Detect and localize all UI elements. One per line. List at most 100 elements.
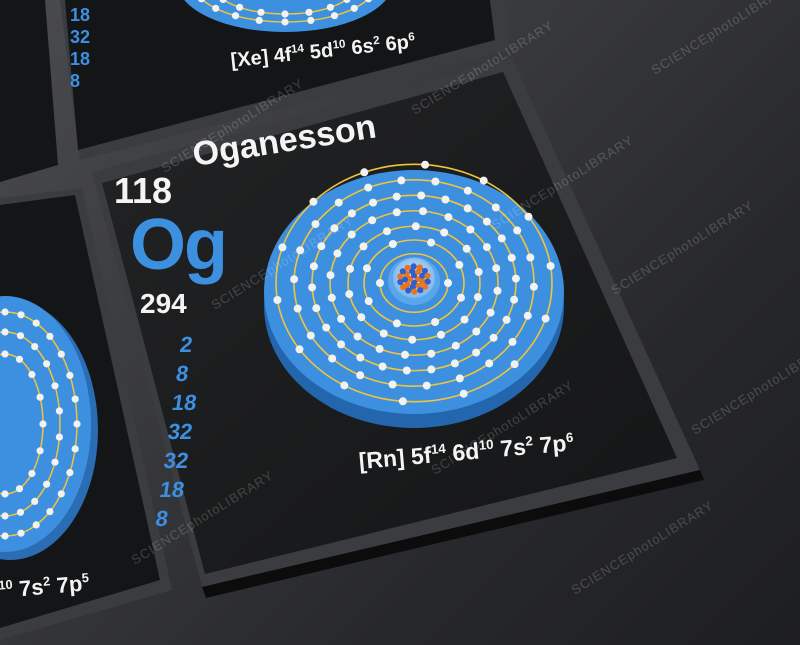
electron xyxy=(326,3,334,11)
electron xyxy=(526,253,535,262)
electron xyxy=(376,279,384,287)
electron xyxy=(1,512,9,520)
electron xyxy=(392,192,401,201)
electron xyxy=(383,227,391,236)
electron xyxy=(1,490,9,498)
electron xyxy=(444,213,453,222)
electron xyxy=(513,226,522,235)
electron xyxy=(327,293,336,302)
electron xyxy=(330,224,339,233)
electron xyxy=(73,420,81,428)
electron xyxy=(46,332,54,340)
electron xyxy=(71,445,79,453)
electron xyxy=(392,208,401,217)
config-orbital: 6p xyxy=(384,31,410,56)
config-orbital: 6d xyxy=(451,437,481,466)
electron xyxy=(322,323,331,332)
electron xyxy=(1,328,9,336)
electron xyxy=(51,382,59,390)
electron xyxy=(290,275,299,284)
nucleon xyxy=(416,264,423,271)
element-symbol: Og xyxy=(130,205,228,285)
electron xyxy=(408,335,417,344)
electron xyxy=(353,332,362,341)
electron xyxy=(541,314,550,323)
electron xyxy=(482,243,491,252)
electron xyxy=(524,212,533,221)
electron xyxy=(510,295,519,304)
electron xyxy=(255,16,263,24)
electron xyxy=(333,249,342,258)
electron xyxy=(346,264,355,273)
electron xyxy=(455,260,464,269)
electron xyxy=(312,304,321,313)
electron xyxy=(364,183,373,192)
electron xyxy=(295,345,304,354)
electron xyxy=(281,10,289,18)
electron xyxy=(356,371,365,380)
electron xyxy=(437,330,445,339)
electron xyxy=(347,209,356,218)
electron xyxy=(278,243,287,252)
electron xyxy=(440,228,449,237)
electron xyxy=(411,222,420,231)
nucleon xyxy=(411,288,418,295)
electron xyxy=(328,354,337,363)
config-core: [Xe] xyxy=(229,46,270,73)
top-tile-electron-shells: 18 32 18 8 xyxy=(70,4,90,92)
config-lead-sup: 10 xyxy=(0,576,14,593)
electron xyxy=(15,355,24,363)
electron xyxy=(43,360,51,368)
electron xyxy=(36,393,44,401)
electron xyxy=(31,343,39,351)
electron xyxy=(71,395,79,403)
electron xyxy=(1,350,9,358)
electron xyxy=(357,313,366,322)
electron xyxy=(360,168,369,177)
electron xyxy=(43,480,51,488)
electron xyxy=(546,262,555,270)
electron xyxy=(379,329,388,338)
electron xyxy=(32,319,40,327)
nucleon xyxy=(404,264,411,271)
shell-count: 2 xyxy=(178,332,195,357)
electron xyxy=(1,308,9,316)
atomic-mass: 294 xyxy=(140,288,187,319)
electron xyxy=(293,304,302,313)
electron xyxy=(466,225,475,234)
electron xyxy=(340,381,349,390)
electron xyxy=(401,350,409,359)
electron xyxy=(305,8,313,16)
electron xyxy=(511,274,520,283)
electron xyxy=(363,264,371,273)
upper-left-tile xyxy=(0,0,58,182)
electron xyxy=(16,508,25,516)
electron xyxy=(308,283,317,292)
electron xyxy=(455,374,464,383)
shell-count: 8 xyxy=(174,361,191,386)
shell-count: 18 xyxy=(170,390,199,415)
config-orbital-count: 14 xyxy=(290,41,305,57)
electron xyxy=(508,337,517,346)
electron xyxy=(392,319,401,328)
electron xyxy=(296,246,305,255)
shell-count: 18 xyxy=(70,5,91,25)
electron xyxy=(347,230,356,239)
nucleon xyxy=(417,287,424,294)
electron xyxy=(421,160,430,169)
nucleon xyxy=(410,263,417,270)
electron xyxy=(485,359,494,368)
electron xyxy=(31,497,39,505)
electron xyxy=(460,315,469,324)
electron xyxy=(55,433,64,441)
shell-count: 32 xyxy=(166,419,195,444)
electron xyxy=(457,293,465,302)
nucleon xyxy=(424,272,431,280)
config-orbital: 5d xyxy=(308,39,335,64)
electron xyxy=(281,18,289,26)
electron xyxy=(257,8,265,16)
electron xyxy=(57,350,65,358)
electron xyxy=(378,362,387,371)
config-orbital-count: 2 xyxy=(372,33,381,48)
electron xyxy=(273,296,282,304)
